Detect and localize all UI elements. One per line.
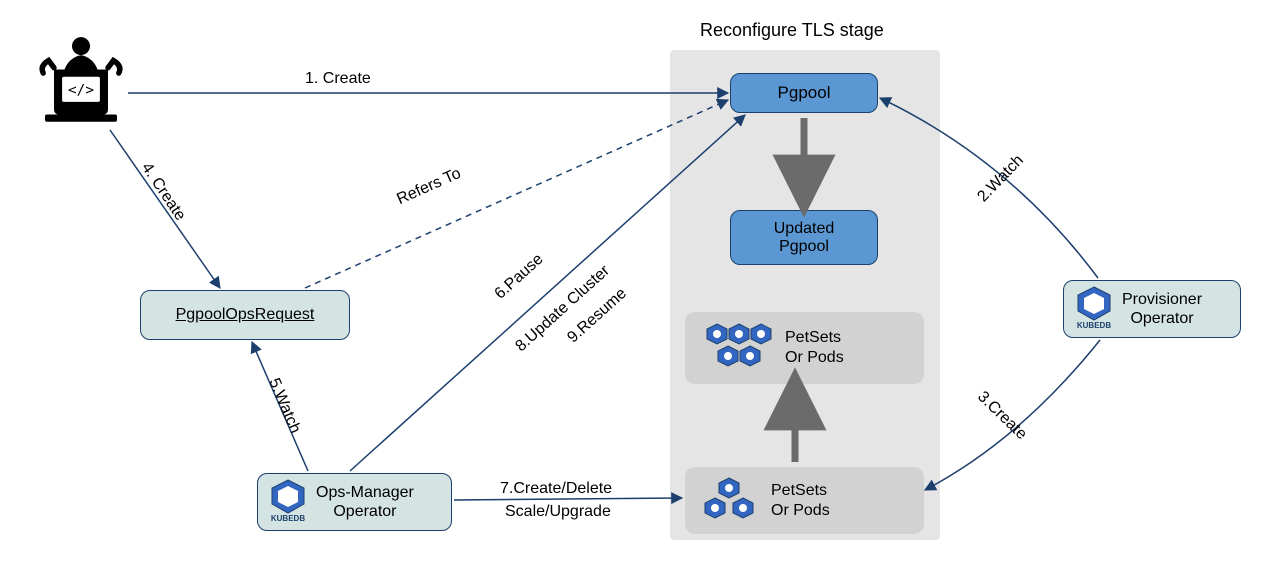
lbl-1-create: 1. Create xyxy=(305,70,371,88)
prov-l1: Provisioner xyxy=(1122,290,1202,309)
ops-request-label: PgpoolOpsRequest xyxy=(176,306,315,324)
lbl-6-pause: 6.Pause xyxy=(492,251,548,304)
svg-text:</>: </> xyxy=(68,83,94,99)
ops-manager-l1: Ops-Manager xyxy=(316,483,414,502)
node-provisioner: KUBEDB Provisioner Operator xyxy=(1063,280,1241,338)
edge-7 xyxy=(454,498,682,500)
node-petsets-upper: PetSets Or Pods xyxy=(685,312,924,384)
lbl-4-create: 4. Create xyxy=(137,160,189,225)
hex-cluster-5 xyxy=(697,322,775,375)
edge-refers-to xyxy=(305,100,728,288)
user-icon: </> xyxy=(36,33,126,123)
petsets1-l1: PetSets xyxy=(785,328,844,348)
node-ops-request: PgpoolOpsRequest xyxy=(140,290,350,340)
petsets2-l2: Or Pods xyxy=(771,501,830,521)
hex-cluster-3 xyxy=(697,476,761,525)
petsets1-l2: Or Pods xyxy=(785,348,844,368)
pgpool-label: Pgpool xyxy=(778,83,831,103)
kubedb-icon-ops: KUBEDB xyxy=(268,478,308,527)
lbl-7b: Scale/Upgrade xyxy=(505,503,611,521)
lbl-2-watch: 2.Watch xyxy=(974,152,1027,206)
kubedb-icon-prov: KUBEDB xyxy=(1074,285,1114,334)
ops-manager-l2: Operator xyxy=(316,502,414,521)
diagram-title: Reconfigure TLS stage xyxy=(700,20,884,41)
lbl-3-create: 3.Create xyxy=(973,388,1030,444)
svg-text:KUBEDB: KUBEDB xyxy=(271,514,305,522)
node-petsets-lower: PetSets Or Pods xyxy=(685,467,924,534)
node-pgpool: Pgpool xyxy=(730,73,878,113)
svg-text:KUBEDB: KUBEDB xyxy=(1077,321,1111,329)
lbl-7a: 7.Create/Delete xyxy=(500,480,612,498)
updated-pgpool-l1: Updated xyxy=(774,220,835,238)
prov-l2: Operator xyxy=(1122,309,1202,328)
updated-pgpool-l2: Pgpool xyxy=(779,238,829,256)
lbl-5-watch: 5.Watch xyxy=(264,376,303,437)
node-ops-manager: KUBEDB Ops-Manager Operator xyxy=(257,473,452,531)
node-updated-pgpool: Updated Pgpool xyxy=(730,210,878,265)
lbl-refers: Refers To xyxy=(394,165,464,209)
petsets2-l1: PetSets xyxy=(771,481,830,501)
